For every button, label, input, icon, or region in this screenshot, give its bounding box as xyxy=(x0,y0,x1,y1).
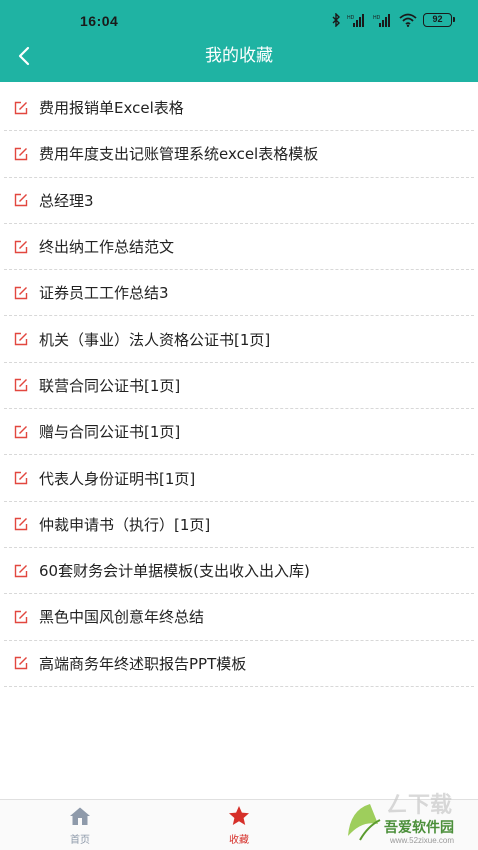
edit-icon xyxy=(14,332,28,346)
favorite-item[interactable]: 联营合同公证书[1页] xyxy=(4,363,474,410)
svg-text:HD: HD xyxy=(373,15,381,21)
edit-icon xyxy=(14,193,28,207)
edit-icon xyxy=(14,425,28,439)
edit-icon xyxy=(14,101,28,115)
signal-2-icon: HD xyxy=(373,13,393,27)
favorite-item-label: 黑色中国风创意年终总结 xyxy=(39,608,205,627)
edit-icon xyxy=(14,471,28,485)
battery-indicator: 92 xyxy=(423,13,455,27)
favorite-item-label: 终出纳工作总结范文 xyxy=(39,238,175,257)
tab-favorites-label: 收藏 xyxy=(229,834,249,846)
status-bar: 16:04 HD HD 92 xyxy=(0,0,478,36)
favorite-item[interactable]: 终出纳工作总结范文 xyxy=(4,224,474,271)
page-title: 我的收藏 xyxy=(205,46,273,66)
favorite-item[interactable]: 费用报销单Excel表格 xyxy=(4,85,474,132)
nav-bar: 我的收藏 xyxy=(0,36,478,82)
favorite-item-label: 代表人身份证明书[1页] xyxy=(39,469,196,488)
favorite-item[interactable]: 仲裁申请书（执行）[1页] xyxy=(4,502,474,548)
favorite-item[interactable]: 代表人身份证明书[1页] xyxy=(4,455,474,502)
favorite-item-label: 赠与合同公证书[1页] xyxy=(39,423,181,442)
edit-icon xyxy=(14,147,28,161)
tab-home-label: 首页 xyxy=(70,834,90,846)
favorite-item-label: 证券员工工作总结3 xyxy=(39,284,169,303)
favorite-item-label: 费用报销单Excel表格 xyxy=(39,99,184,118)
tab-favorites[interactable]: 收藏 xyxy=(199,800,279,850)
edit-icon xyxy=(14,564,28,578)
favorite-item-label: 总经理3 xyxy=(39,191,94,210)
status-time: 16:04 xyxy=(80,13,119,29)
favorite-item[interactable]: 机关（事业）法人资格公证书[1页] xyxy=(4,316,474,363)
favorite-item[interactable]: 赠与合同公证书[1页] xyxy=(4,409,474,456)
favorite-item[interactable]: 总经理3 xyxy=(4,178,474,224)
favorite-item-label: 仲裁申请书（执行）[1页] xyxy=(39,515,211,534)
tab-bar: 首页 收藏 xyxy=(0,799,478,850)
edit-icon xyxy=(14,378,28,392)
edit-icon xyxy=(14,240,28,254)
favorite-item-label: 费用年度支出记账管理系统excel表格模板 xyxy=(39,145,319,164)
favorite-item-label: 联营合同公证书[1页] xyxy=(39,376,181,395)
wifi-icon xyxy=(399,13,417,27)
home-icon xyxy=(68,805,92,827)
chevron-left-icon xyxy=(17,46,31,70)
favorite-item[interactable]: 黑色中国风创意年终总结 xyxy=(4,594,474,641)
back-button[interactable] xyxy=(6,40,42,76)
svg-text:HD: HD xyxy=(347,15,355,21)
favorite-item[interactable]: 证券员工工作总结3 xyxy=(4,270,474,317)
favorite-item-label: 机关（事业）法人资格公证书[1页] xyxy=(39,330,271,349)
favorite-item-label: 60套财务会计单据模板(支出收入出入库) xyxy=(39,562,310,581)
favorite-item[interactable]: 费用年度支出记账管理系统excel表格模板 xyxy=(4,131,474,178)
tab-home[interactable]: 首页 xyxy=(40,800,120,850)
app-header: 16:04 HD HD 92 我的收藏 xyxy=(0,0,478,82)
signal-1-icon: HD xyxy=(347,13,367,27)
status-icons: HD HD 92 xyxy=(332,12,455,28)
favorite-item[interactable]: 60套财务会计单据模板(支出收入出入库) xyxy=(4,548,474,595)
star-icon xyxy=(227,805,251,827)
edit-icon xyxy=(14,286,28,300)
favorites-list: 费用报销单Excel表格 费用年度支出记账管理系统excel表格模板 总经理3 … xyxy=(0,85,478,687)
favorite-item[interactable]: 高端商务年终述职报告PPT模板 xyxy=(4,641,474,687)
bluetooth-icon xyxy=(332,13,341,27)
edit-icon xyxy=(14,656,28,670)
favorite-item-label: 高端商务年终述职报告PPT模板 xyxy=(39,654,247,673)
edit-icon xyxy=(14,610,28,624)
edit-icon xyxy=(14,517,28,531)
